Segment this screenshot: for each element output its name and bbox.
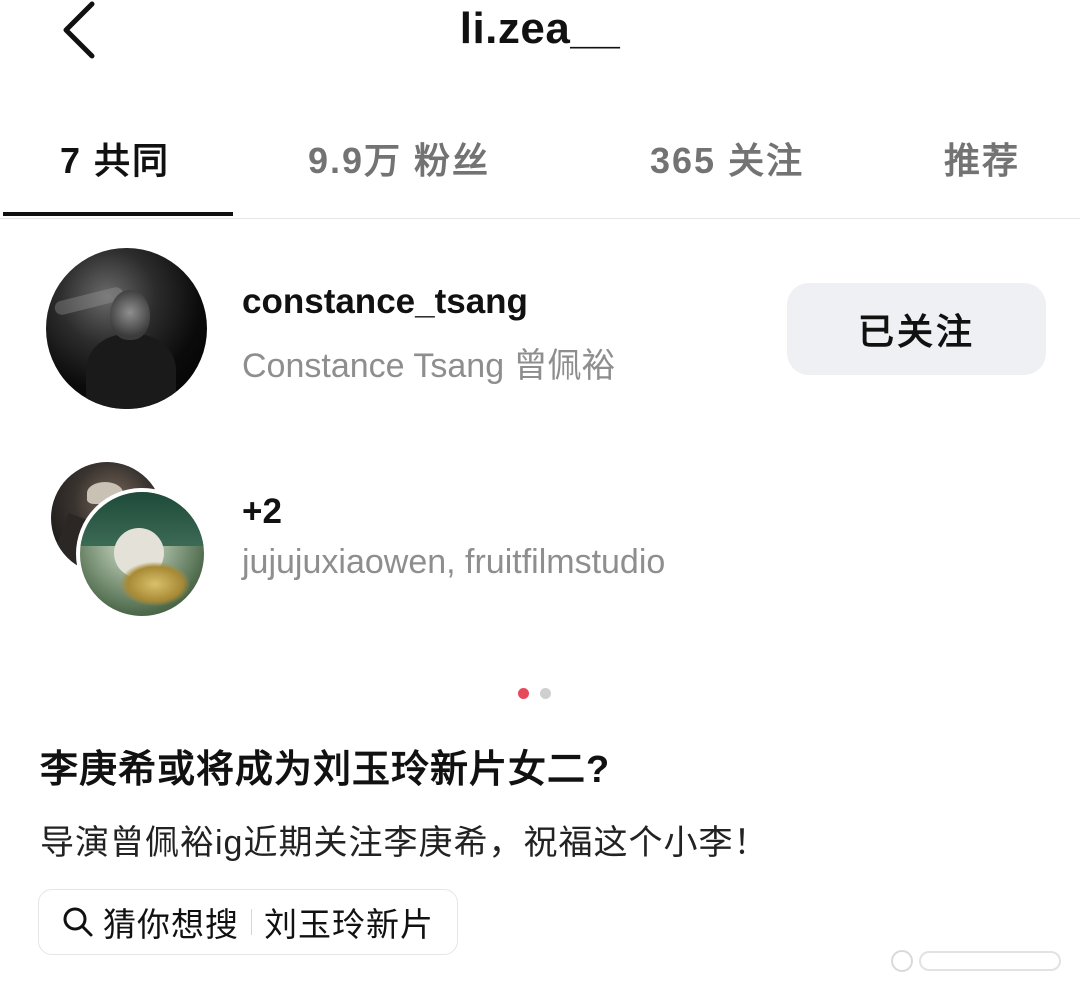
tab-followers[interactable]: 9.9万 粉丝 [308,132,490,184]
tab-suggested[interactable]: 推荐 [944,132,1020,184]
pager-dot [540,688,551,699]
username[interactable]: constance_tsang [242,282,528,322]
suggested-search-chip[interactable]: 猜你想搜 刘玉玲新片 [38,889,458,955]
page-title: li.zea__ [459,4,621,53]
tab-bar: 7 共同 9.9万 粉丝 365 关注 推荐 [0,118,1080,219]
avatar-stack-front[interactable] [76,488,208,620]
full-name: Constance Tsang 曾佩裕 [242,347,616,385]
divider [251,909,252,935]
pager-dot-active [518,688,529,699]
search-chip-prefix: 猜你想搜 [103,906,239,943]
more-mutuals-names: jujujuxiaowen, fruitfilmstudio [242,543,666,581]
tab-following[interactable]: 365 关注 [650,132,804,184]
tab-mutual[interactable]: 7 共同 [60,132,170,184]
avatar[interactable] [46,248,207,409]
search-chip-keyword: 刘玉玲新片 [264,906,434,943]
post-body: 导演曾佩裕ig近期关注李庚希，祝福这个小李！ [40,824,769,862]
active-tab-indicator [3,212,233,216]
following-button[interactable]: 已关注 [787,283,1046,375]
post-headline: 李庚希或将成为刘玉玲新片女二? [40,749,611,791]
watermark-logo [891,950,1061,972]
search-icon [63,907,93,937]
more-mutuals-count[interactable]: +2 [242,492,282,532]
